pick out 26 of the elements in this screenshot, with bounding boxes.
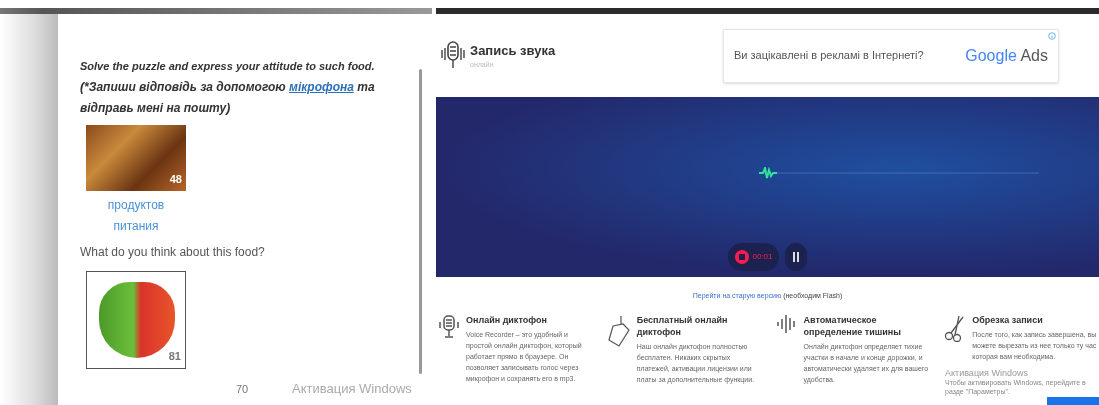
pause-button[interactable] [784,243,807,271]
microphone-icon [438,313,460,340]
sound-wave-icon [775,313,798,334]
ad-text: Ви зацікавлені в рекламі в Інтернеті? [734,48,924,64]
page-number: 70 [236,381,249,397]
pause-icon [791,252,800,262]
feature-title: Обрезка записи [972,313,1044,326]
feature-title: Бесплатный онлайн диктофон [636,313,729,338]
question-text: What do you think about this food? [80,244,266,261]
activation-watermark: Активация Windows [292,379,412,398]
microphone-link[interactable]: мікрофона [289,80,354,94]
caption-link[interactable]: питания [113,220,159,233]
image-count: 48 [169,171,182,187]
caption-link[interactable]: продуктов [107,199,165,212]
price-tag-icon [606,313,631,348]
instruction-text: (*Запиши відповідь за допомогою мікрофона та відправь мені на пошту) [80,79,376,117]
info-icon [1048,31,1056,40]
feature-title: Автоматическое определение тишины [803,313,902,338]
ad-brand: Google Ads [965,45,1048,66]
site-title: Запись звука [470,41,556,60]
activation-title: Активация Windows [945,368,1028,378]
stop-button[interactable]: 00:01 [728,243,779,271]
feature-title: Онлайн диктофон [466,313,548,326]
image-count: 81 [168,348,181,364]
stop-icon [734,249,751,265]
task-text: Solve the puzzle and express your attitude to such food. [80,59,376,74]
